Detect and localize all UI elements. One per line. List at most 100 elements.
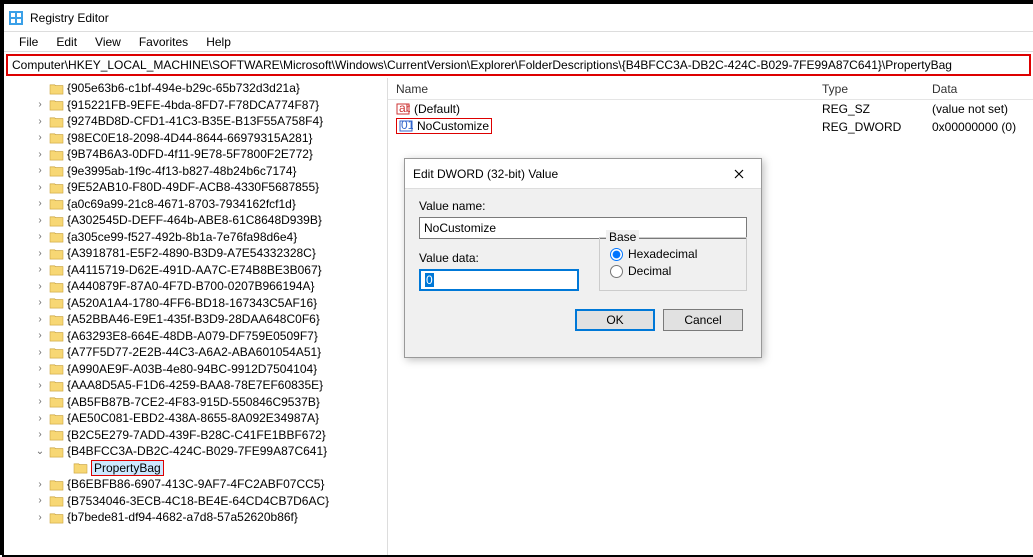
tree-item-propertybag[interactable]: PropertyBag xyxy=(4,460,387,477)
tree-item[interactable]: ›{AB5FB87B-7CE2-4F83-915D-550846C9537B} xyxy=(4,394,387,411)
tree-item-label: {A63293E8-664E-48DB-A079-DF759E0509F7} xyxy=(67,329,318,343)
menu-file[interactable]: File xyxy=(10,35,47,49)
chevron-right-icon[interactable]: › xyxy=(34,198,46,209)
tree-item[interactable]: ›{98EC0E18-2098-4D44-8644-66979315A281} xyxy=(4,130,387,147)
tree-item-label: {b7bede81-df94-4682-a7d8-57a52620b86f} xyxy=(67,510,298,524)
value-name-field[interactable] xyxy=(419,217,747,239)
decimal-radio[interactable] xyxy=(610,265,623,278)
chevron-right-icon[interactable]: › xyxy=(34,165,46,176)
tree-item[interactable]: › {A990AE9F-A03B-4e80-94BC-9912D7504104} xyxy=(4,361,387,378)
tree-item[interactable]: › {b7bede81-df94-4682-a7d8-57a52620b86f} xyxy=(4,509,387,526)
hexadecimal-radio[interactable] xyxy=(610,248,623,261)
tree-item[interactable]: ›{B2C5E279-7ADD-439F-B28C-C41FE1BBF672} xyxy=(4,427,387,444)
tree-item-label: {A520A1A4-1780-4FF6-BD18-167343C5AF16} xyxy=(67,296,317,310)
menu-help[interactable]: Help xyxy=(197,35,240,49)
chevron-right-icon[interactable]: › xyxy=(34,413,46,424)
chevron-right-icon[interactable]: › xyxy=(34,231,46,242)
tree-item[interactable]: ›{A4115719-D62E-491D-AA7C-E74B8BE3B067} xyxy=(4,262,387,279)
chevron-right-icon[interactable]: › xyxy=(34,99,46,110)
tree-item-label: {9B74B6A3-0DFD-4f11-9E78-5F7800F2E772} xyxy=(67,147,313,161)
tree-item[interactable]: › {a305ce99-f527-492b-8b1a-7e76fa98d6e4} xyxy=(4,229,387,246)
folder-icon xyxy=(49,148,64,161)
chevron-right-icon[interactable]: › xyxy=(34,314,46,325)
close-icon[interactable] xyxy=(725,164,753,184)
chevron-right-icon[interactable]: › xyxy=(34,347,46,358)
tree-item-label: {B6EBFB86-6907-413C-9AF7-4FC2ABF07CC5} xyxy=(67,477,324,491)
value-data-field[interactable]: 0 xyxy=(419,269,579,291)
tree-panel[interactable]: {905e63b6-c1bf-494e-b29c-65b732d3d21a}›{… xyxy=(4,78,388,555)
menu-view[interactable]: View xyxy=(86,35,130,49)
tree-item[interactable]: ›{915221FB-9EFE-4bda-8FD7-F78DCA774F87} xyxy=(4,97,387,114)
hexadecimal-label: Hexadecimal xyxy=(628,247,697,261)
chevron-right-icon[interactable]: › xyxy=(34,380,46,391)
chevron-right-icon[interactable]: › xyxy=(34,429,46,440)
title-bar: Registry Editor xyxy=(4,4,1033,32)
chevron-right-icon[interactable]: › xyxy=(34,396,46,407)
tree-item[interactable]: › {A3918781-E5F2-4890-B3D9-A7E54332328C} xyxy=(4,245,387,262)
dialog-backdrop: Edit DWORD (32-bit) Value Value name: Va… xyxy=(388,78,1033,555)
folder-icon xyxy=(49,511,64,524)
tree-item[interactable]: ›{B7534046-3ECB-4C18-BE4E-64CD4CB7D6AC} xyxy=(4,493,387,510)
tree-item-label: {a305ce99-f527-492b-8b1a-7e76fa98d6e4} xyxy=(67,230,297,244)
app-icon xyxy=(8,10,24,26)
chevron-right-icon[interactable]: › xyxy=(34,297,46,308)
folder-icon xyxy=(49,445,64,458)
address-input[interactable] xyxy=(8,56,1029,74)
folder-icon xyxy=(49,230,64,243)
chevron-right-icon[interactable]: › xyxy=(34,512,46,523)
tree-item-label: {A77F5D77-2E2B-44C3-A6A2-ABA601054A51} xyxy=(67,345,321,359)
tree-item[interactable]: › {A77F5D77-2E2B-44C3-A6A2-ABA601054A51} xyxy=(4,344,387,361)
ok-button[interactable]: OK xyxy=(575,309,655,331)
tree-item[interactable]: › {A63293E8-664E-48DB-A079-DF759E0509F7} xyxy=(4,328,387,345)
chevron-right-icon[interactable]: › xyxy=(34,132,46,143)
chevron-right-icon[interactable]: › xyxy=(34,116,46,127)
chevron-right-icon[interactable]: › xyxy=(34,479,46,490)
chevron-right-icon[interactable]: › xyxy=(34,363,46,374)
tree-item-label: {A990AE9F-A03B-4e80-94BC-9912D7504104} xyxy=(67,362,317,376)
tree-item[interactable]: ›{A302545D-DEFF-464b-ABE8-61C8648D939B} xyxy=(4,212,387,229)
chevron-right-icon[interactable]: › xyxy=(34,495,46,506)
folder-icon xyxy=(49,197,64,210)
chevron-right-icon[interactable]: › xyxy=(34,281,46,292)
tree-item[interactable]: › {9274BD8D-CFD1-41C3-B35E-B13F55A758F4} xyxy=(4,113,387,130)
chevron-right-icon[interactable]: › xyxy=(34,248,46,259)
folder-icon xyxy=(49,395,64,408)
folder-icon xyxy=(49,280,64,293)
folder-icon xyxy=(49,214,64,227)
base-group: Base Hexadecimal Decimal xyxy=(599,237,747,291)
tree-item[interactable]: ›{9e3995ab-1f9c-4f13-b827-48b24b6c7174} xyxy=(4,163,387,180)
dialog-title: Edit DWORD (32-bit) Value xyxy=(413,167,558,181)
tree-item[interactable]: ⌄{B4BFCC3A-DB2C-424C-B029-7FE99A87C641} xyxy=(4,443,387,460)
chevron-right-icon[interactable]: › xyxy=(34,149,46,160)
chevron-down-icon[interactable]: ⌄ xyxy=(34,446,46,457)
tree-item[interactable]: › {A520A1A4-1780-4FF6-BD18-167343C5AF16} xyxy=(4,295,387,312)
tree-item[interactable]: ›{a0c69a99-21c8-4671-8703-7934162fcf1d} xyxy=(4,196,387,213)
chevron-right-icon[interactable]: › xyxy=(34,182,46,193)
folder-icon xyxy=(49,428,64,441)
folder-icon xyxy=(49,115,64,128)
menu-favorites[interactable]: Favorites xyxy=(130,35,197,49)
cancel-button[interactable]: Cancel xyxy=(663,309,743,331)
decimal-label: Decimal xyxy=(628,264,671,278)
tree-item[interactable]: ›{A52BBA46-E9E1-435f-B3D9-28DAA648C0F6} xyxy=(4,311,387,328)
tree-item[interactable]: › {AE50C081-EBD2-438A-8655-8A092E34987A} xyxy=(4,410,387,427)
tree-item[interactable]: › {9B74B6A3-0DFD-4f11-9E78-5F7800F2E772} xyxy=(4,146,387,163)
tree-item-label: {AE50C081-EBD2-438A-8655-8A092E34987A} xyxy=(67,411,319,425)
chevron-right-icon[interactable]: › xyxy=(34,330,46,341)
window-title: Registry Editor xyxy=(30,11,109,25)
tree-item[interactable]: › {B6EBFB86-6907-413C-9AF7-4FC2ABF07CC5} xyxy=(4,476,387,493)
tree-item-label: {9274BD8D-CFD1-41C3-B35E-B13F55A758F4} xyxy=(67,114,323,128)
chevron-right-icon[interactable]: › xyxy=(34,215,46,226)
folder-icon xyxy=(49,313,64,326)
chevron-right-icon[interactable]: › xyxy=(34,264,46,275)
folder-icon xyxy=(49,329,64,342)
tree-item[interactable]: ›{AAA8D5A5-F1D6-4259-BAA8-78E7EF60835E} xyxy=(4,377,387,394)
folder-icon xyxy=(49,478,64,491)
menu-edit[interactable]: Edit xyxy=(47,35,86,49)
tree-item[interactable]: {905e63b6-c1bf-494e-b29c-65b732d3d21a} xyxy=(4,80,387,97)
tree-item[interactable]: ›{A440879F-87A0-4F7D-B700-0207B966194A} xyxy=(4,278,387,295)
tree-item[interactable]: ›{9E52AB10-F80D-49DF-ACB8-4330F5687855} xyxy=(4,179,387,196)
main-split: {905e63b6-c1bf-494e-b29c-65b732d3d21a}›{… xyxy=(4,78,1033,555)
folder-icon xyxy=(49,98,64,111)
tree-item-label: {A3918781-E5F2-4890-B3D9-A7E54332328C} xyxy=(67,246,316,260)
